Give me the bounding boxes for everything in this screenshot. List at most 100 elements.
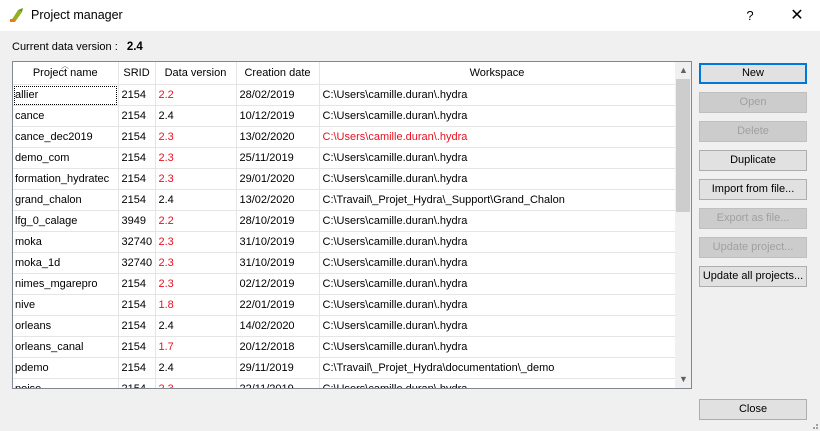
cell-data-version[interactable]: 1.7 — [155, 336, 237, 358]
resize-grip-icon[interactable] — [808, 419, 818, 429]
import-button[interactable]: Import from file... — [699, 179, 807, 200]
delete-button[interactable]: Delete — [699, 121, 807, 142]
cell-project-name[interactable]: nive — [13, 294, 119, 316]
close-button[interactable]: Close — [699, 399, 807, 420]
cell-data-version[interactable]: 2.2 — [155, 210, 237, 232]
cell-workspace[interactable]: C:\Users\camille.duran\.hydra — [319, 210, 676, 232]
table-row[interactable]: grand_chalon 2154 2.4 13/02/2020 C:\Travail\… — [13, 189, 676, 211]
cell-data-version[interactable]: 2.3 — [155, 126, 237, 148]
cell-workspace[interactable]: C:\Users\camille.duran\.hydra — [319, 378, 676, 388]
cell-creation-date[interactable]: 10/12/2019 — [236, 105, 320, 127]
cell-srid[interactable]: 2154 — [118, 84, 156, 106]
table-row[interactable]: cance_dec2019 2154 2.3 13/02/2020 C:\Users\c… — [13, 126, 676, 148]
column-header-project-name[interactable]: ︿ Project name — [13, 62, 119, 85]
scroll-down-icon[interactable]: ▼ — [675, 371, 691, 388]
cell-creation-date[interactable]: 29/01/2020 — [236, 168, 320, 190]
cell-creation-date[interactable]: 28/02/2019 — [236, 84, 320, 106]
cell-data-version[interactable]: 2.2 — [155, 84, 237, 106]
table-row[interactable]: poise 2154 2.3 22/11/2019 C:\Users\camille.d… — [13, 378, 676, 388]
cell-srid[interactable]: 2154 — [118, 147, 156, 169]
cell-data-version[interactable]: 2.4 — [155, 357, 237, 379]
cell-srid[interactable]: 2154 — [118, 168, 156, 190]
cell-creation-date[interactable]: 22/11/2019 — [236, 378, 320, 388]
cell-creation-date[interactable]: 13/02/2020 — [236, 189, 320, 211]
new-button[interactable]: New — [699, 63, 807, 84]
cell-project-name[interactable]: orleans_canal — [13, 336, 119, 358]
column-header-workspace[interactable]: Workspace — [319, 62, 676, 85]
cell-project-name[interactable]: cance — [13, 105, 119, 127]
table-row[interactable]: moka_1d 32740 2.3 31/10/2019 C:\Users\camill… — [13, 252, 676, 274]
cell-srid[interactable]: 2154 — [118, 189, 156, 211]
cell-data-version[interactable]: 2.4 — [155, 105, 237, 127]
cell-workspace[interactable]: C:\Travail\_Projet_Hydra\documentation\_… — [319, 357, 676, 379]
table-row[interactable]: orleans_canal 2154 1.7 20/12/2018 C:\Users\c… — [13, 336, 676, 358]
cell-project-name[interactable]: grand_chalon — [13, 189, 119, 211]
cell-data-version[interactable]: 2.3 — [155, 378, 237, 388]
cell-srid[interactable]: 2154 — [118, 315, 156, 337]
cell-project-name[interactable]: cance_dec2019 — [13, 126, 119, 148]
close-window-button[interactable]: ✕ — [774, 0, 820, 31]
update-project-button[interactable]: Update project... — [699, 237, 807, 258]
column-header-data-version[interactable]: Data version — [155, 62, 237, 85]
cell-project-name[interactable]: lfg_0_calage — [13, 210, 119, 232]
cell-data-version[interactable]: 2.3 — [155, 168, 237, 190]
cell-srid[interactable]: 2154 — [118, 294, 156, 316]
cell-workspace[interactable]: C:\Users\camille.duran\.hydra — [319, 147, 676, 169]
cell-data-version[interactable]: 2.4 — [155, 315, 237, 337]
open-button[interactable]: Open — [699, 92, 807, 113]
cell-workspace[interactable]: C:\Users\camille.duran\.hydra — [319, 105, 676, 127]
cell-workspace[interactable]: C:\Users\camille.duran\.hydra — [319, 315, 676, 337]
update-all-projects-button[interactable]: Update all projects... — [699, 266, 807, 287]
cell-srid[interactable]: 2154 — [118, 273, 156, 295]
cell-data-version[interactable]: 2.4 — [155, 189, 237, 211]
cell-project-name[interactable]: nimes_mgarepro — [13, 273, 119, 295]
cell-creation-date[interactable]: 13/02/2020 — [236, 126, 320, 148]
table-row[interactable]: moka 32740 2.3 31/10/2019 C:\Users\camille.d… — [13, 231, 676, 253]
projects-table[interactable]: ︿ Project name SRID Data version Creation… — [12, 61, 692, 389]
cell-srid[interactable]: 2154 — [118, 105, 156, 127]
table-row[interactable]: formation_hydratec 2154 2.3 29/01/2020 C:\Us… — [13, 168, 676, 190]
cell-workspace[interactable]: C:\Users\camille.duran\.hydra — [319, 336, 676, 358]
cell-srid[interactable]: 32740 — [118, 231, 156, 253]
cell-workspace[interactable]: C:\Users\camille.duran\.hydra — [319, 84, 676, 106]
export-button[interactable]: Export as file... — [699, 208, 807, 229]
cell-workspace[interactable]: C:\Users\camille.duran\.hydra — [319, 252, 676, 274]
cell-project-name[interactable]: poise — [13, 378, 119, 388]
cell-creation-date[interactable]: 20/12/2018 — [236, 336, 320, 358]
cell-srid[interactable]: 2154 — [118, 378, 156, 388]
cell-workspace[interactable]: C:\Travail\_Projet_Hydra\_Support\Grand_… — [319, 189, 676, 211]
cell-creation-date[interactable]: 14/02/2020 — [236, 315, 320, 337]
duplicate-button[interactable]: Duplicate — [699, 150, 807, 171]
cell-data-version[interactable]: 1.8 — [155, 294, 237, 316]
table-row[interactable]: cance 2154 2.4 10/12/2019 C:\Users\camille.d… — [13, 105, 676, 127]
help-button[interactable]: ? — [727, 0, 773, 31]
cell-workspace[interactable]: C:\Users\camille.duran\.hydra — [319, 126, 676, 148]
cell-project-name[interactable]: orleans — [13, 315, 119, 337]
table-row[interactable]: nimes_mgarepro 2154 2.3 02/12/2019 C:\Users\… — [13, 273, 676, 295]
table-row[interactable]: nive 2154 1.8 22/01/2019 C:\Users\camille.du… — [13, 294, 676, 316]
cell-creation-date[interactable]: 02/12/2019 — [236, 273, 320, 295]
cell-data-version[interactable]: 2.3 — [155, 231, 237, 253]
cell-creation-date[interactable]: 29/11/2019 — [236, 357, 320, 379]
cell-srid[interactable]: 2154 — [118, 357, 156, 379]
cell-srid[interactable]: 3949 — [118, 210, 156, 232]
table-row[interactable]: pdemo 2154 2.4 29/11/2019 C:\Travail\_Projet… — [13, 357, 676, 379]
cell-srid[interactable]: 2154 — [118, 126, 156, 148]
cell-creation-date[interactable]: 28/10/2019 — [236, 210, 320, 232]
scrollbar-thumb[interactable] — [676, 79, 690, 212]
vertical-scrollbar[interactable]: ▲ ▼ — [675, 62, 691, 388]
cell-creation-date[interactable]: 25/11/2019 — [236, 147, 320, 169]
table-row[interactable]: orleans 2154 2.4 14/02/2020 C:\Users\camille… — [13, 315, 676, 337]
cell-workspace[interactable]: C:\Users\camille.duran\.hydra — [319, 273, 676, 295]
cell-workspace[interactable]: C:\Users\camille.duran\.hydra — [319, 231, 676, 253]
scroll-up-icon[interactable]: ▲ — [675, 62, 691, 79]
column-header-creation-date[interactable]: Creation date — [236, 62, 320, 85]
cell-project-name[interactable]: allier — [13, 84, 119, 106]
table-row[interactable]: demo_com 2154 2.3 25/11/2019 C:\Users\camill… — [13, 147, 676, 169]
table-row[interactable]: lfg_0_calage 3949 2.2 28/10/2019 C:\Users\ca… — [13, 210, 676, 232]
cell-project-name[interactable]: moka_1d — [13, 252, 119, 274]
cell-creation-date[interactable]: 31/10/2019 — [236, 231, 320, 253]
column-header-srid[interactable]: SRID — [118, 62, 156, 85]
cell-project-name[interactable]: moka — [13, 231, 119, 253]
cell-srid[interactable]: 32740 — [118, 252, 156, 274]
